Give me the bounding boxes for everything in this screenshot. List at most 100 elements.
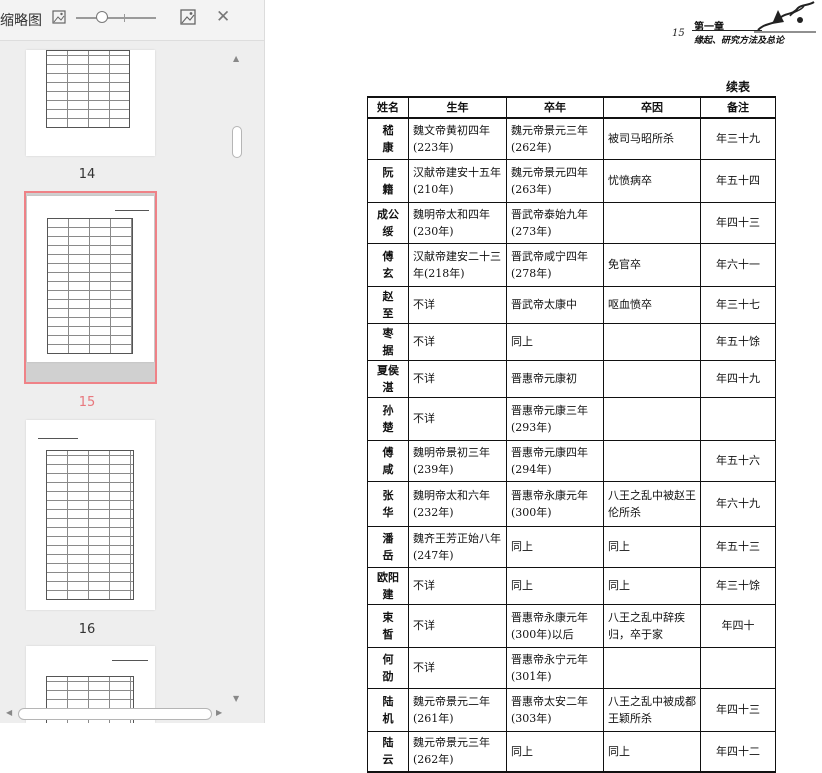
birth-cell: 不详 [408, 359, 507, 398]
scroll-up-arrow-icon[interactable]: ▲ [233, 54, 239, 63]
page-number-label-active: 15 [78, 395, 96, 410]
death-cell: 同上 [506, 730, 604, 773]
table-row: 何 劭不详 晋惠帝永宁元年(301年) [367, 646, 776, 689]
zoom-slider-tick [124, 14, 125, 22]
table-body: 嵇 康魏文帝黄初四年(223年) 魏元帝景元三年(262年) 被司马昭所杀 年三十九阮… [367, 117, 776, 773]
note-cell: 年五十四 [700, 158, 776, 203]
death-cell: 晋惠帝元康四年(294年) [506, 439, 604, 482]
cause-cell: 八王之乱中辞疾归，卒于家 [603, 603, 701, 648]
scroll-right-arrow-icon[interactable]: ▶ [216, 708, 222, 717]
cause-cell [603, 359, 701, 398]
header-decoration-icon [754, 1, 816, 33]
note-cell: 年三十九 [700, 117, 776, 160]
scroll-down-arrow-icon[interactable]: ▼ [233, 694, 239, 703]
name-cell: 陆 机 [367, 687, 409, 732]
scroll-left-arrow-icon[interactable]: ◀ [6, 708, 12, 717]
birth-cell: 不详 [408, 285, 507, 324]
cause-cell: 八王之乱中被成都王颖所杀 [603, 687, 701, 732]
vertical-scrollbar-thumb[interactable] [232, 126, 242, 158]
note-cell: 年三十七 [700, 285, 776, 324]
horizontal-scrollbar-thumb[interactable] [18, 708, 212, 720]
note-cell: 年四十三 [700, 201, 776, 244]
name-cell: 孙 楚 [367, 396, 409, 441]
page-thumbnail[interactable] [26, 50, 155, 156]
note-cell: 年四十 [700, 603, 776, 648]
thumbnail-panel-title: 缩略图 [0, 13, 42, 29]
note-cell: 年三十馀 [700, 566, 776, 605]
death-cell: 魏元帝景元四年(263年) [506, 158, 604, 203]
chapter-subtitle: 缘起、研究方法及总论 [694, 36, 785, 46]
name-cell: 束 皙 [367, 603, 409, 648]
cause-cell [603, 439, 701, 482]
name-cell: 欧阳建 [367, 566, 409, 605]
note-cell: 年五十六 [700, 439, 776, 482]
death-cell: 晋惠帝太安二年(303年) [506, 687, 604, 732]
table-row: 赵 至不详 晋武帝太康中 呕血愤卒 年三十七 [367, 285, 776, 324]
name-cell: 陆 云 [367, 730, 409, 773]
page-thumbnail-selected[interactable] [27, 196, 154, 362]
close-icon[interactable]: ✕ [216, 8, 230, 26]
table-row: 张 华魏明帝太和六年(232年) 晋惠帝永康元年(300年) 八王之乱中被赵王伦所杀… [367, 480, 776, 527]
birth-cell: 汉献帝建安二十三年(218年) [408, 242, 507, 287]
note-cell [700, 396, 776, 441]
birth-cell: 魏明帝太和四年(230年) [408, 201, 507, 244]
name-cell: 张 华 [367, 480, 409, 527]
name-cell: 傅 玄 [367, 242, 409, 287]
note-cell: 年五十馀 [700, 322, 776, 361]
death-cell: 晋武帝泰始九年(273年) [506, 201, 604, 244]
birth-cell: 魏明帝太和六年(232年) [408, 480, 507, 527]
thumbnail-header-art [38, 430, 78, 439]
column-header: 姓名 [367, 96, 409, 119]
death-cell: 晋惠帝永宁元年(301年) [506, 646, 604, 689]
table-row: 陆 云魏元帝景元三年(262年) 同上 同上 年四十二 [367, 730, 776, 773]
cause-cell: 被司马昭所杀 [603, 117, 701, 160]
page-number-label: 14 [78, 167, 96, 182]
death-cell: 晋惠帝永康元年(300年)以后 [506, 603, 604, 648]
zoom-slider-handle[interactable] [96, 11, 108, 23]
birth-cell: 不详 [408, 396, 507, 441]
name-cell: 阮 籍 [367, 158, 409, 203]
page-number: 15 [672, 28, 685, 39]
column-header: 卒因 [603, 96, 701, 119]
name-cell: 何 劭 [367, 646, 409, 689]
birth-cell: 魏齐王芳正始八年(247年) [408, 525, 507, 568]
thumbnail-header-art [115, 200, 149, 211]
cause-cell: 免官卒 [603, 242, 701, 287]
cause-cell: 忧愤病卒 [603, 158, 701, 203]
birth-cell: 魏元帝景元三年(262年) [408, 730, 507, 773]
page-number-label: 16 [78, 622, 96, 637]
table-row: 枣 据不详 同上 年五十馀 [367, 322, 776, 361]
death-cell: 晋惠帝永康元年(300年) [506, 480, 604, 527]
image-small-icon[interactable] [52, 10, 66, 24]
cause-cell: 同上 [603, 525, 701, 568]
note-cell: 年五十三 [700, 525, 776, 568]
thumbnail-toolbar: 缩略图 ✕ [0, 0, 264, 41]
table-row: 傅 咸魏明帝景初三年(239年) 晋惠帝元康四年(294年) 年五十六 [367, 439, 776, 482]
cause-cell [603, 201, 701, 244]
thumbnail-header-art [112, 652, 148, 661]
thumbnail-table [46, 50, 130, 128]
death-cell: 同上 [506, 525, 604, 568]
death-cell: 魏元帝景元三年(262年) [506, 117, 604, 160]
name-cell: 嵇 康 [367, 117, 409, 160]
zoom-slider[interactable] [76, 17, 156, 19]
death-cell: 同上 [506, 566, 604, 605]
column-header: 卒年 [506, 96, 604, 119]
page-thumbnail[interactable] [26, 420, 155, 610]
image-large-icon[interactable] [180, 9, 196, 25]
note-cell [700, 646, 776, 689]
note-cell: 年六十九 [700, 480, 776, 527]
table-row: 傅 玄汉献帝建安二十三年(218年) 晋武帝咸宁四年(278年) 免官卒 年六十一 [367, 242, 776, 287]
birth-cell: 不详 [408, 566, 507, 605]
death-cell: 晋武帝咸宁四年(278年) [506, 242, 604, 287]
name-cell: 赵 至 [367, 285, 409, 324]
thumbnail-panel: 缩略图 ✕ 14 15 16 ▲ ▼ ◀ ▶ [0, 0, 265, 723]
column-header: 生年 [408, 96, 507, 119]
death-cell: 晋惠帝元康初 [506, 359, 604, 398]
table-row: 孙 楚不详 晋惠帝元康三年(293年) [367, 396, 776, 441]
table-row: 嵇 康魏文帝黄初四年(223年) 魏元帝景元三年(262年) 被司马昭所杀 年三十九 [367, 117, 776, 160]
birth-cell: 魏明帝景初三年(239年) [408, 439, 507, 482]
table-row: 欧阳建 不详 同上 同上 年三十馀 [367, 566, 776, 605]
table-row: 成公绥 魏明帝太和四年(230年) 晋武帝泰始九年(273年) 年四十三 [367, 201, 776, 244]
death-cell: 晋武帝太康中 [506, 285, 604, 324]
